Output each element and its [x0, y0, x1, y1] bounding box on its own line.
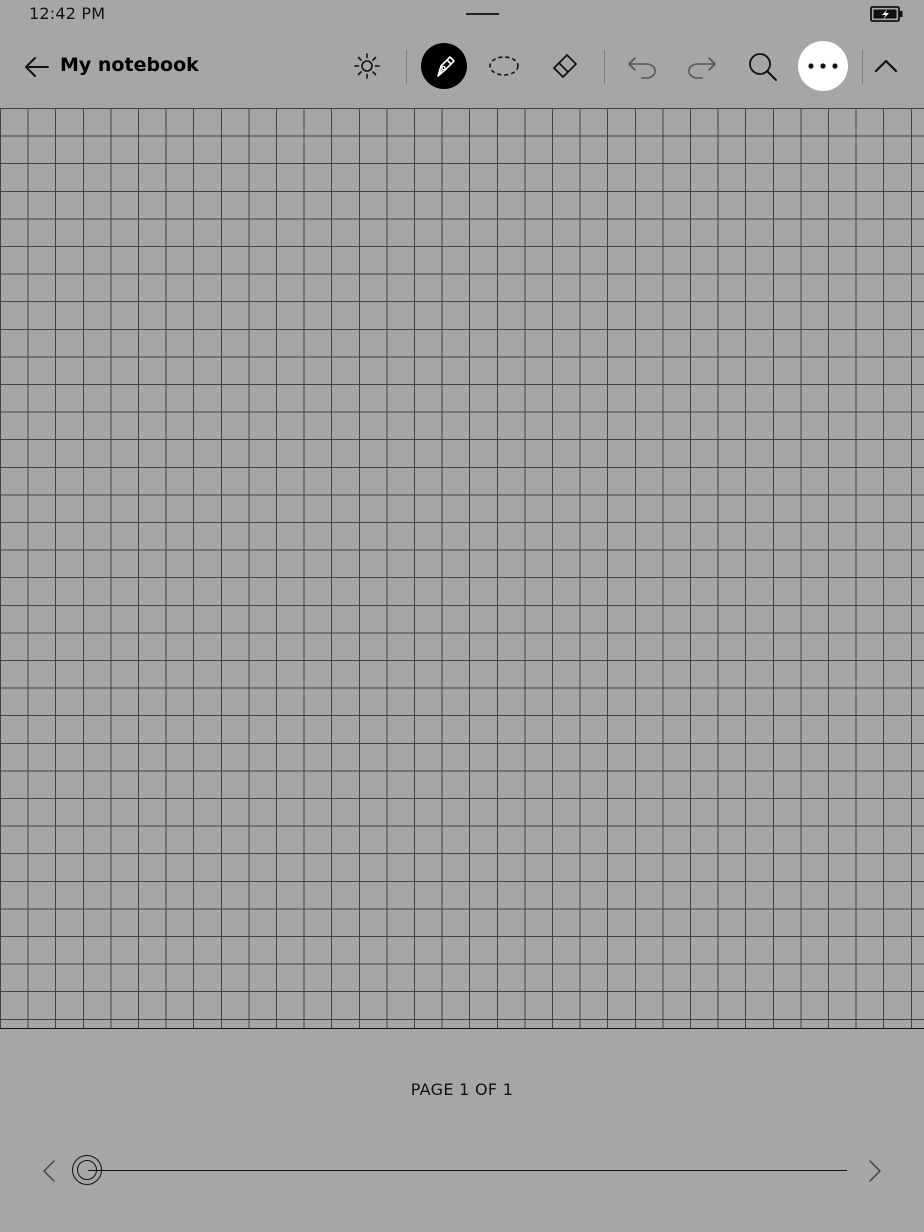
- more-horizontal-icon: [808, 63, 838, 69]
- fountain-pen-icon: [437, 56, 455, 77]
- eraser-icon: [553, 54, 577, 78]
- search-button[interactable]: [746, 50, 780, 84]
- pen-button[interactable]: [421, 43, 467, 89]
- chevron-right-icon: [869, 1160, 881, 1182]
- undo-icon: [628, 57, 656, 79]
- page-indicator: PAGE 1 OF 1: [410, 1080, 514, 1099]
- slider-thumb-inner: [77, 1160, 97, 1180]
- lasso-select-button[interactable]: [488, 51, 520, 81]
- redo-button[interactable]: [686, 51, 718, 81]
- brightness-button[interactable]: [352, 51, 382, 81]
- back-button[interactable]: [22, 52, 52, 82]
- toolbar: My notebook: [0, 38, 924, 94]
- page-slider[interactable]: [0, 1150, 924, 1194]
- toolbar-divider: [406, 50, 407, 84]
- undo-button[interactable]: [626, 51, 658, 81]
- collapse-toolbar-button[interactable]: [872, 52, 900, 80]
- slider-thumb[interactable]: [72, 1155, 102, 1185]
- eraser-button[interactable]: [549, 51, 581, 81]
- lasso-select-icon: [489, 56, 519, 76]
- status-bar: 12:42 PM: [0, 0, 924, 30]
- redo-icon: [688, 57, 716, 79]
- next-page-button[interactable]: [864, 1159, 884, 1187]
- notebook-canvas[interactable]: [0, 108, 924, 1029]
- search-icon: [749, 53, 777, 81]
- notebook-title[interactable]: My notebook: [60, 54, 199, 76]
- sun-icon: [354, 53, 380, 79]
- drag-handle[interactable]: [466, 13, 499, 15]
- status-time: 12:42 PM: [29, 4, 106, 23]
- toolbar-divider: [862, 50, 863, 84]
- chevron-left-icon: [43, 1160, 55, 1182]
- chevron-up-icon: [874, 59, 898, 73]
- arrow-left-icon: [25, 57, 49, 77]
- slider-track[interactable]: [88, 1170, 847, 1171]
- toolbar-divider: [604, 50, 605, 84]
- previous-page-button[interactable]: [40, 1159, 60, 1187]
- battery-charging-icon: [870, 5, 904, 27]
- more-button[interactable]: [798, 41, 848, 91]
